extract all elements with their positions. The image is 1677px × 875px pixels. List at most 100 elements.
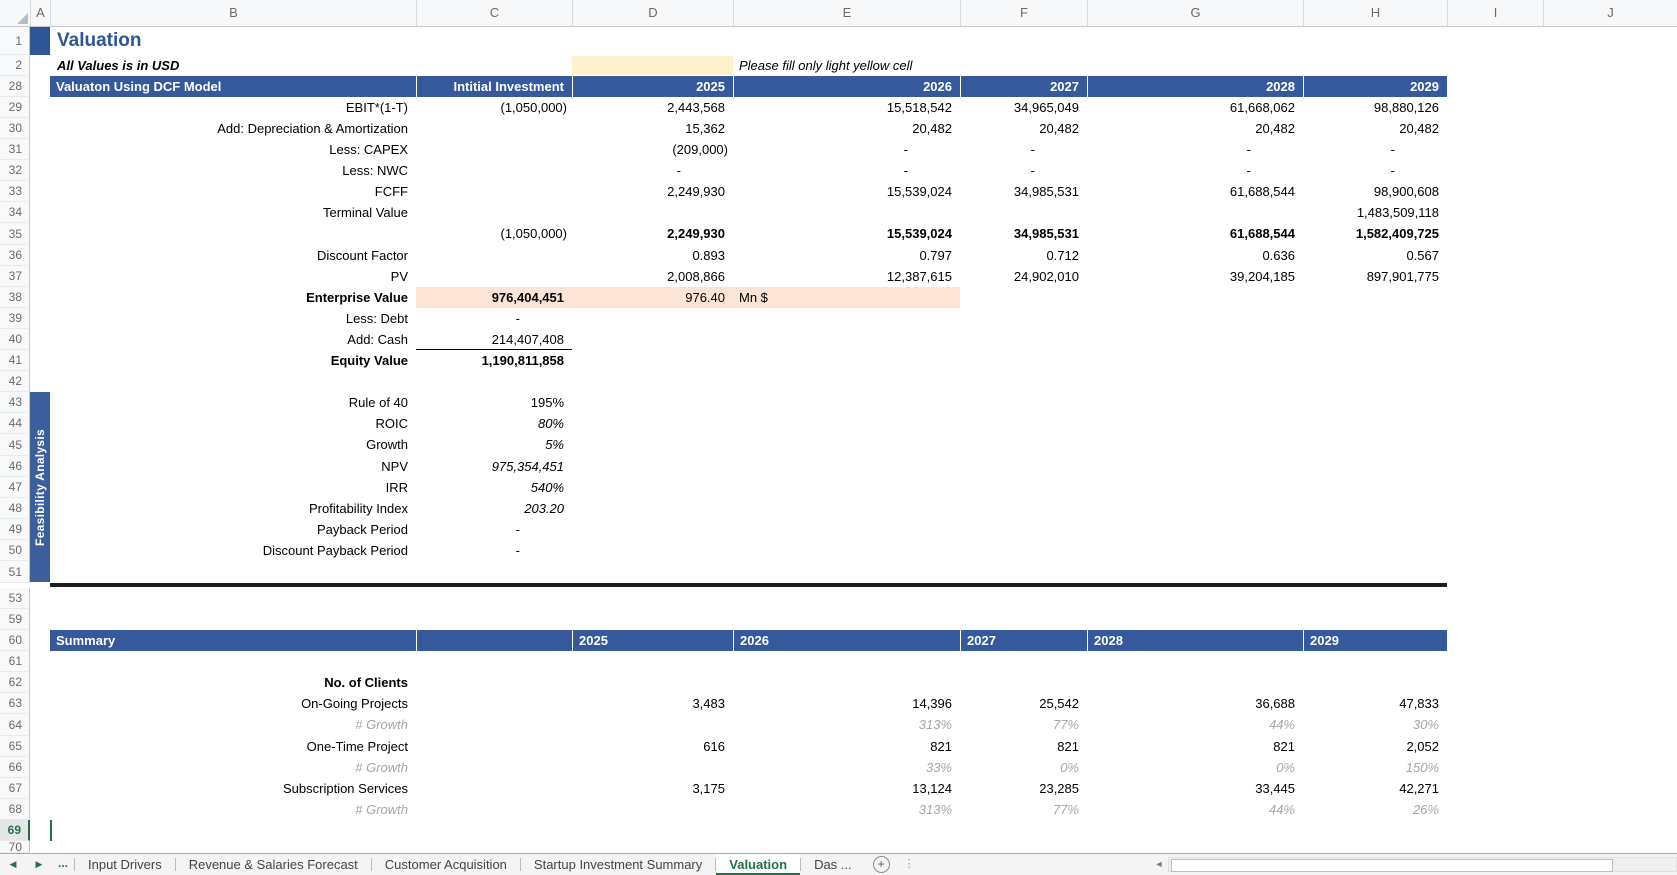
column-header-H[interactable]: H (1303, 0, 1447, 26)
sheet-tab-startup-investment-summary[interactable]: Startup Investment Summary (521, 854, 715, 875)
cell-G31[interactable]: - (1087, 139, 1303, 160)
sheet-tab-dashboard-truncated[interactable]: Das ... (801, 854, 865, 875)
sheet-tab-customer-acquisition[interactable]: Customer Acquisition (372, 854, 520, 875)
cell-H68[interactable]: 26% (1303, 799, 1447, 820)
cell-C29[interactable]: (1,050,000) (416, 97, 572, 118)
cell-F30[interactable]: 20,482 (960, 118, 1087, 139)
cell-B44[interactable]: ROIC (50, 413, 416, 434)
feasibility-analysis-tab[interactable]: Feasibility Analysis (30, 392, 50, 582)
cell-C44[interactable]: 80% (416, 413, 572, 434)
row-header-67[interactable]: 67 (0, 778, 30, 799)
dcf-header-year-2029[interactable]: 2029 (1303, 76, 1447, 97)
cell-E32[interactable]: - (733, 160, 960, 181)
cell-F65[interactable]: 821 (960, 736, 1087, 757)
horizontal-scrollbar[interactable]: ◄ (1150, 854, 1677, 874)
summary-header-col-c[interactable] (416, 630, 572, 651)
cell-B62[interactable]: No. of Clients (50, 672, 416, 693)
cell-F68[interactable]: 77% (960, 799, 1087, 820)
cell-F64[interactable]: 77% (960, 714, 1087, 736)
row-header-40[interactable]: 40 (0, 329, 30, 350)
cell-H31[interactable]: - (1303, 139, 1447, 160)
row-header-34[interactable]: 34 (0, 202, 30, 223)
cell-C50[interactable]: - (416, 540, 572, 561)
cell-D38[interactable]: 976.40 (572, 287, 733, 308)
cell-G36[interactable]: 0.636 (1087, 245, 1303, 266)
column-header-J[interactable]: J (1543, 0, 1677, 26)
cell-H64[interactable]: 30% (1303, 714, 1447, 736)
cell-E63[interactable]: 14,396 (733, 693, 960, 714)
input-yellow-cell[interactable] (572, 56, 733, 75)
cell-C38[interactable]: 976,404,451 (416, 287, 572, 308)
cell-F32[interactable]: - (960, 160, 1087, 181)
column-header-B[interactable]: B (50, 0, 416, 26)
cell-H29[interactable]: 98,880,126 (1303, 97, 1447, 118)
row-header-62[interactable]: 62 (0, 672, 30, 693)
cell-E68[interactable]: 313% (733, 799, 960, 820)
summary-header-year-2026[interactable]: 2026 (733, 630, 960, 651)
cell-G64[interactable]: 44% (1087, 714, 1303, 736)
summary-header-year-2029[interactable]: 2029 (1303, 630, 1447, 651)
cell-C48[interactable]: 203.20 (416, 498, 572, 519)
cell-B50[interactable]: Discount Payback Period (50, 540, 416, 561)
row-header-47[interactable]: 47 (0, 477, 30, 498)
cell-B63[interactable]: On-Going Projects (50, 693, 416, 714)
cell-B43[interactable]: Rule of 40 (50, 392, 416, 413)
dcf-header[interactable]: Valuaton Using DCF Model (50, 76, 416, 97)
column-header-D[interactable]: D (572, 0, 733, 26)
cell-E29[interactable]: 15,518,542 (733, 97, 960, 118)
row-header-48[interactable]: 48 (0, 498, 30, 519)
summary-header[interactable]: Summary (50, 630, 416, 651)
cell-F35[interactable]: 34,985,531 (960, 223, 1087, 245)
cell-D63[interactable]: 3,483 (572, 693, 733, 714)
row-header-45[interactable]: 45 (0, 434, 30, 456)
cell-C43[interactable]: 195% (416, 392, 572, 413)
row-header-69[interactable]: 69 (0, 820, 30, 841)
cell-H32[interactable]: - (1303, 160, 1447, 181)
row-header-43[interactable]: 43 (0, 392, 30, 413)
cell-D33[interactable]: 2,249,930 (572, 181, 733, 202)
sheet-tab-input-drivers[interactable]: Input Drivers (75, 854, 175, 875)
cell-B40[interactable]: Add: Cash (50, 329, 416, 350)
cell-B47[interactable]: IRR (50, 477, 416, 498)
cell-H63[interactable]: 47,833 (1303, 693, 1447, 714)
cell-B49[interactable]: Payback Period (50, 519, 416, 540)
select-all-corner[interactable] (0, 0, 30, 26)
cell-B64[interactable]: # Growth (50, 714, 416, 736)
cell-B31[interactable]: Less: CAPEX (50, 139, 416, 160)
cell-B65[interactable]: One-Time Project (50, 736, 416, 757)
column-header-I[interactable]: I (1447, 0, 1543, 26)
cell-E67[interactable]: 13,124 (733, 778, 960, 799)
cell-G32[interactable]: - (1087, 160, 1303, 181)
cell-C41[interactable]: 1,190,811,858 (416, 350, 572, 371)
scrollbar-track[interactable] (1168, 856, 1677, 872)
cell-E64[interactable]: 313% (733, 714, 960, 736)
cell-B45[interactable]: Growth (50, 434, 416, 456)
dcf-header-year-2025[interactable]: 2025 (572, 76, 733, 97)
cell-G67[interactable]: 33,445 (1087, 778, 1303, 799)
row-header-49[interactable]: 49 (0, 519, 30, 540)
row-header-30[interactable]: 30 (0, 118, 30, 139)
cell-a1-blue-block[interactable] (30, 27, 50, 55)
cell-D35[interactable]: 2,249,930 (572, 223, 733, 245)
row-header-37[interactable]: 37 (0, 266, 30, 287)
summary-header-year-2025[interactable]: 2025 (572, 630, 733, 651)
row-header-60[interactable]: 60 (0, 630, 30, 651)
summary-header-year-2027[interactable]: 2027 (960, 630, 1087, 651)
row-header-53[interactable]: 53 (0, 588, 30, 609)
cell-B34[interactable]: Terminal Value (50, 202, 416, 223)
cell-F66[interactable]: 0% (960, 757, 1087, 778)
cell-B38[interactable]: Enterprise Value (50, 287, 416, 308)
cell-B32[interactable]: Less: NWC (50, 160, 416, 181)
cell-B66[interactable]: # Growth (50, 757, 416, 778)
sheet-tab-revenue-salaries-forecast[interactable]: Revenue & Salaries Forecast (176, 854, 371, 875)
row-header-61[interactable]: 61 (0, 651, 30, 672)
cell-B41[interactable]: Equity Value (50, 350, 416, 371)
column-header-E[interactable]: E (733, 0, 960, 26)
cell-G33[interactable]: 61,688,544 (1087, 181, 1303, 202)
column-header-F[interactable]: F (960, 0, 1087, 26)
row-header-65[interactable]: 65 (0, 736, 30, 757)
dcf-header-year-2026[interactable]: 2026 (733, 76, 960, 97)
row-header-39[interactable]: 39 (0, 308, 30, 329)
cell-B39[interactable]: Less: Debt (50, 308, 416, 329)
cell-F36[interactable]: 0.712 (960, 245, 1087, 266)
